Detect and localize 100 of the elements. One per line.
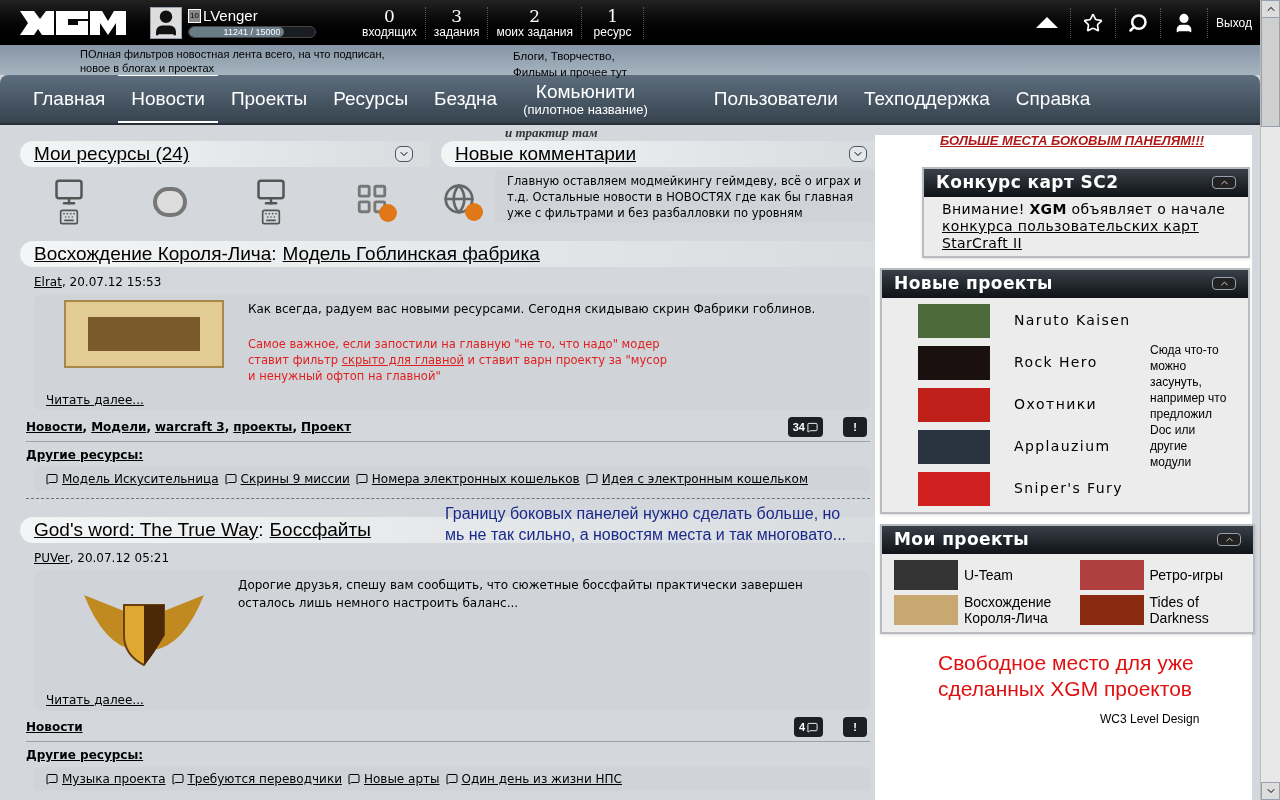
scroll-thumb[interactable] xyxy=(1261,17,1280,127)
resource-link[interactable]: Один день из жизни НПС xyxy=(461,770,622,788)
resource-link[interactable]: Скрины 9 миссии xyxy=(240,470,350,488)
level-badge: 10 xyxy=(188,8,201,23)
monitor-keyboard-icon[interactable] xyxy=(54,177,85,227)
widget-title[interactable]: Новые комментарии xyxy=(455,139,636,169)
contest-link[interactable]: конкурса пользовательских карт StarCraft II xyxy=(942,217,1230,252)
project-thumbnail[interactable] xyxy=(894,559,958,590)
project-link[interactable]: U-Team xyxy=(964,566,1064,583)
author-link[interactable]: Elrat xyxy=(34,273,62,291)
monitor-keyboard-icon[interactable] xyxy=(255,177,286,227)
annotation-note: ПОлная фильтров новостная лента всего, на что подписан, новое в блогах и проектах xyxy=(80,47,386,75)
post-date: , 20.07.12 05:21 xyxy=(69,550,170,567)
tag-link[interactable]: Проект xyxy=(301,418,352,436)
avatar-image[interactable] xyxy=(150,6,182,39)
report-button[interactable]: ! xyxy=(843,717,867,737)
project-link[interactable]: Восхождение Короля-Лича xyxy=(964,593,1064,626)
project-link[interactable]: Naruto Kaisen xyxy=(1014,310,1131,331)
toggle-icon[interactable] xyxy=(849,146,867,162)
nav-tab[interactable]: Пользователи xyxy=(700,75,851,123)
stat-value: 2 xyxy=(529,6,541,25)
resource-link[interactable]: Номера электронных кошельков xyxy=(371,470,580,488)
widget-title[interactable]: Мои ресурсы (24) xyxy=(34,139,190,169)
scrollbar[interactable] xyxy=(1260,0,1280,800)
project-link[interactable]: Восхождение Короля-Лича xyxy=(34,239,272,269)
resource-link[interactable]: Идея с электронным кошельком xyxy=(601,470,808,488)
annotation-note: Сюда что-то можно засунуть, например что предложил Doc или другие модули xyxy=(1150,341,1228,471)
project-link[interactable]: Sniper's Fury xyxy=(1014,478,1123,499)
news-title-link[interactable]: Модель Гоблинская фабрика xyxy=(282,239,540,269)
annotation-note: Свободное место для уже сделанных XGM проектов xyxy=(938,649,1195,702)
toggle-icon[interactable] xyxy=(395,146,413,162)
author-link[interactable]: PUVer xyxy=(34,549,70,567)
project-link[interactable]: Rock Hero xyxy=(1014,352,1098,373)
project-thumbnail[interactable] xyxy=(918,303,990,338)
globe-icon[interactable] xyxy=(443,183,483,221)
nav-tab[interactable]: Справка xyxy=(1002,75,1104,123)
nav-subtitle: (пилотное название) xyxy=(523,102,648,117)
project-thumbnail[interactable] xyxy=(918,429,990,464)
annotation-note: Границу боковых панелей нужно сделать больше, но мь не так сильно, а новостям места и так многовато... xyxy=(445,504,848,545)
project-thumbnail[interactable] xyxy=(1079,594,1144,625)
stat-link[interactable]: 0 входящих xyxy=(354,6,426,39)
read-more-link[interactable]: Читать далее... xyxy=(46,691,144,709)
comment-icon xyxy=(355,473,368,485)
project-thumbnail[interactable] xyxy=(918,471,990,506)
project-link[interactable]: Охотники xyxy=(1014,394,1098,415)
stat-value: 1 xyxy=(607,6,618,25)
comments-button[interactable]: 4 xyxy=(793,717,823,737)
tag-separator: , xyxy=(292,419,297,436)
stat-link[interactable]: 2 моих задания xyxy=(488,6,583,39)
resource-link[interactable]: Модель Искусительница xyxy=(62,470,219,488)
nav-tab[interactable]: Бездна xyxy=(421,75,511,123)
project-thumbnail[interactable] xyxy=(918,345,990,380)
stat-link[interactable]: 1 ресурс xyxy=(582,6,645,39)
report-button[interactable]: ! xyxy=(843,417,867,437)
tag-link[interactable]: проекты xyxy=(233,418,293,436)
user-name[interactable]: LVenger xyxy=(202,7,258,24)
project-link[interactable]: Tides of Darkness xyxy=(1149,593,1250,626)
resource-link[interactable]: Новые арты xyxy=(363,770,440,788)
stat-label: ресурс xyxy=(593,24,632,39)
triangle-up-icon[interactable] xyxy=(1036,17,1059,28)
collapse-icon[interactable] xyxy=(1212,277,1236,290)
scroll-up-icon[interactable] xyxy=(1261,0,1280,18)
project-thumbnail[interactable] xyxy=(918,387,990,422)
tag-link[interactable]: Новости xyxy=(26,418,83,436)
scroll-down-icon[interactable] xyxy=(1261,782,1280,800)
tag-link[interactable]: warcraft 3 xyxy=(154,418,225,436)
project-link[interactable]: God's word: The True Way xyxy=(34,515,259,545)
logout-link[interactable]: Выход xyxy=(1216,13,1252,32)
star-icon[interactable] xyxy=(1083,12,1104,33)
project-link[interactable]: Applauzium xyxy=(1014,436,1111,457)
annotation-note: Самое важное, если запостили на главную "не то, что надо" модер ставит фильтр скрыто для главной и ставит варн проекту за "мусор и ненужный офтоп на главной" xyxy=(248,336,668,384)
tag-link[interactable]: Новости xyxy=(26,718,83,736)
resource-link[interactable]: Музыка проекта xyxy=(62,770,166,788)
comment-icon xyxy=(585,473,598,485)
annotation-link[interactable]: БОЛЬШЕ МЕСТА БОКОВЫМ ПАНЕЛЯМ!!! xyxy=(940,131,1260,151)
section-label: Другие ресурсы: xyxy=(25,747,145,764)
tag-link[interactable]: Модели xyxy=(91,418,147,436)
read-more-link[interactable]: Читать далее... xyxy=(46,391,144,409)
comment-icon xyxy=(46,773,58,785)
pick-icon[interactable] xyxy=(153,187,188,217)
stat-value: 3 xyxy=(451,6,462,25)
comment-icon xyxy=(807,721,818,733)
project-link[interactable]: WC3 Level Design xyxy=(1100,709,1260,728)
project-link[interactable]: Ретро-игры xyxy=(1149,566,1250,583)
nav-tab[interactable]: Главная xyxy=(20,75,119,123)
comments-button[interactable]: 34 xyxy=(787,417,823,437)
nav-tab[interactable]: Ресурсы xyxy=(320,75,422,123)
news-title-link[interactable]: Боссфайты xyxy=(269,515,371,545)
stat-link[interactable]: 3 задания xyxy=(425,6,489,39)
project-thumbnail[interactable] xyxy=(1079,559,1144,590)
project-thumbnail[interactable] xyxy=(894,594,958,625)
search-icon[interactable] xyxy=(1128,12,1149,33)
nav-tab[interactable]: Техподдержка xyxy=(850,75,1003,123)
collapse-icon[interactable] xyxy=(1212,176,1236,189)
resource-link[interactable]: Требуются переводчики xyxy=(187,770,342,788)
stat-label: входящих xyxy=(362,24,417,39)
news-text: Как всегда, радуем вас новыми ресурсами. Сегодня скидываю скрин Фабрики гоблинов. xyxy=(248,301,817,318)
nav-tab[interactable]: Новости xyxy=(118,75,218,123)
collapse-icon[interactable] xyxy=(1217,533,1241,546)
nav-tab[interactable]: Проекты xyxy=(217,75,321,123)
